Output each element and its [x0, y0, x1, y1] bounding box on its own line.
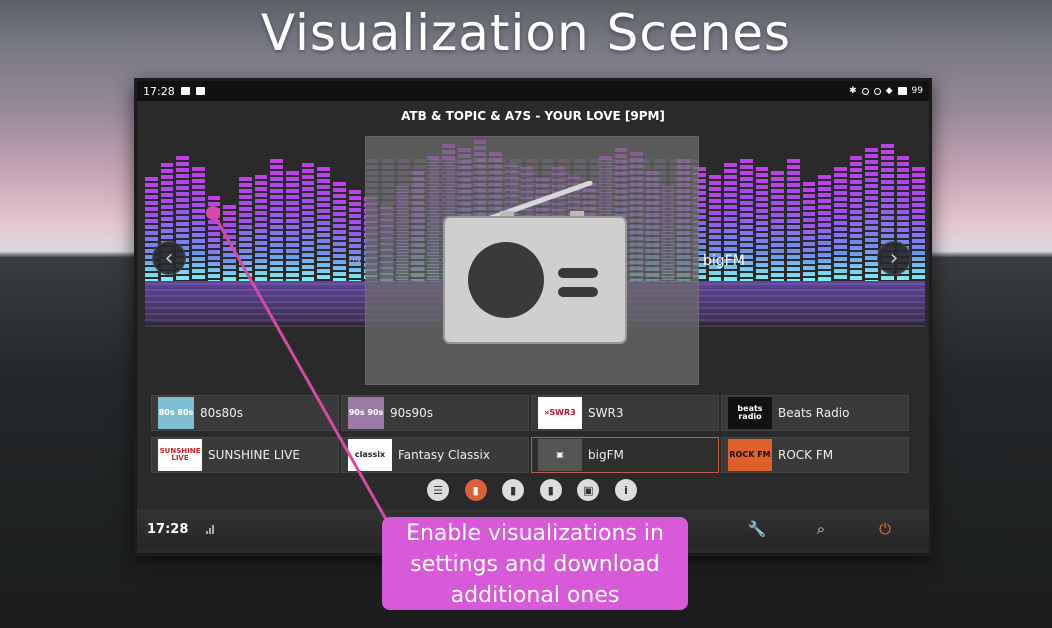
station-logo-fantasy-classix: classix — [348, 439, 392, 471]
station-name: ROCK FM — [778, 448, 834, 462]
equalizer-bar — [833, 167, 847, 281]
dnd-icon — [873, 87, 881, 95]
station-logo-beats-radio: beats radio — [728, 397, 772, 429]
tablet-device: 17:28 ✱ ◆ 99 ATB & TOPIC & A7S - YOUR LO… — [134, 78, 932, 556]
image-icon[interactable]: ▣ — [577, 479, 600, 501]
visualization-scene: ‹ 09 bigFM › — [137, 133, 929, 393]
next-station-label: bigFM — [703, 253, 745, 269]
station-name: Fantasy Classix — [398, 448, 490, 462]
station-name: 90s90s — [390, 406, 434, 420]
equalizer-bar — [285, 170, 299, 281]
battery-level: 99 — [911, 86, 923, 96]
station-tile-sunshine-live[interactable]: SUNSHINE LIVE SUNSHINE LIVE — [151, 437, 339, 473]
equalizer-bar — [818, 174, 831, 281]
previous-station-label: 09 — [349, 257, 361, 267]
station-name: bigFM — [588, 448, 624, 462]
station-name: Beats Radio — [778, 406, 850, 420]
search-icon[interactable]: ⌕ — [811, 519, 831, 539]
equalizer-bar — [270, 159, 283, 281]
equalizer-bar — [301, 163, 315, 281]
callout-line: additional ones — [450, 583, 620, 608]
station-tile-90s90s[interactable]: 90s 90s 90s90s — [341, 395, 529, 431]
station-logo-swr3: »SWR3 — [538, 397, 582, 429]
radio-icon — [443, 181, 627, 344]
equalizer-bar — [802, 182, 816, 281]
equalizer-bar — [207, 195, 221, 281]
equalizer-bar — [317, 167, 330, 281]
station-tile-fantasy-classix[interactable]: classix Fantasy Classix — [341, 437, 529, 473]
category-tabs: ☰ ▮ ▮ ▮ ▣ i — [427, 479, 637, 503]
chevron-left-icon: ‹ — [164, 245, 174, 271]
station-tile-beats-radio[interactable]: beats radio Beats Radio — [721, 395, 909, 431]
station-logo-80s80s: 80s 80s — [158, 397, 194, 429]
station-name: 80s80s — [200, 406, 244, 420]
bookmark-icon[interactable]: ▮ — [464, 479, 487, 501]
equalizer-bar — [238, 176, 252, 281]
signal-icon — [206, 524, 215, 534]
next-station-button[interactable]: › — [877, 241, 911, 275]
equalizer-bar — [348, 189, 362, 281]
battery-icon — [897, 87, 907, 95]
station-tile-80s80s[interactable]: 80s 80s 80s80s — [151, 395, 339, 431]
list-icon[interactable]: ☰ — [427, 479, 449, 501]
equalizer-bar — [849, 155, 863, 281]
wifi-icon: ◆ — [885, 86, 893, 96]
equalizer-bar — [332, 182, 346, 281]
equalizer-bar — [786, 159, 800, 281]
status-bar: 17:28 ✱ ◆ 99 — [137, 81, 929, 101]
station-tile-rock-fm[interactable]: ROCK FM ROCK FM — [721, 437, 909, 473]
callout-box: Enable visualizations in settings and do… — [382, 517, 688, 610]
equalizer-bar — [755, 167, 769, 281]
current-station-card[interactable] — [365, 136, 699, 385]
station-logo-90s90s: 90s 90s — [348, 397, 384, 429]
equalizer-bar — [191, 167, 205, 281]
bluetooth-icon: ✱ — [849, 86, 857, 96]
notification-icon — [195, 87, 205, 95]
station-logo-rock-fm: ROCK FM — [728, 439, 772, 471]
equalizer-bar — [771, 170, 784, 281]
station-name: SWR3 — [588, 406, 624, 420]
radio-icon: ▣ — [538, 439, 582, 471]
station-name: SUNSHINE LIVE — [208, 448, 300, 462]
station-tile-swr3[interactable]: »SWR3 SWR3 — [531, 395, 719, 431]
power-icon[interactable]: ⏻ — [875, 519, 895, 539]
wrench-icon[interactable]: 🔧 — [747, 519, 767, 539]
info-icon[interactable]: i — [614, 479, 637, 501]
equalizer-bar — [865, 148, 878, 281]
status-time: 17:28 — [143, 84, 175, 98]
bookmark-icon[interactable]: ▮ — [502, 479, 525, 501]
equalizer-bar — [254, 174, 268, 281]
callout-line: Enable visualizations in — [406, 521, 664, 546]
callout-line: settings and download — [410, 552, 660, 577]
equalizer-bar — [912, 167, 925, 281]
chevron-right-icon: › — [889, 245, 899, 271]
now-playing-title: ATB & TOPIC & A7S - YOUR LOVE [9PM] — [401, 109, 665, 123]
station-tile-bigfm[interactable]: ▣ bigFM — [531, 437, 719, 473]
app-screen: 17:28 ✱ ◆ 99 ATB & TOPIC & A7S - YOUR LO… — [137, 81, 929, 553]
equalizer-bar — [223, 205, 236, 281]
bookmark-icon[interactable]: ▮ — [539, 479, 562, 501]
notification-icon — [180, 87, 190, 95]
eye-icon — [861, 87, 869, 95]
promo-title: Visualization Scenes — [260, 4, 792, 62]
clock: 17:28 — [147, 521, 189, 537]
previous-station-button[interactable]: ‹ — [152, 241, 186, 275]
station-grid: 80s 80s 80s80s 90s 90s 90s90s »SWR3 SWR3… — [151, 395, 911, 475]
station-logo-sunshine-live: SUNSHINE LIVE — [158, 439, 202, 471]
